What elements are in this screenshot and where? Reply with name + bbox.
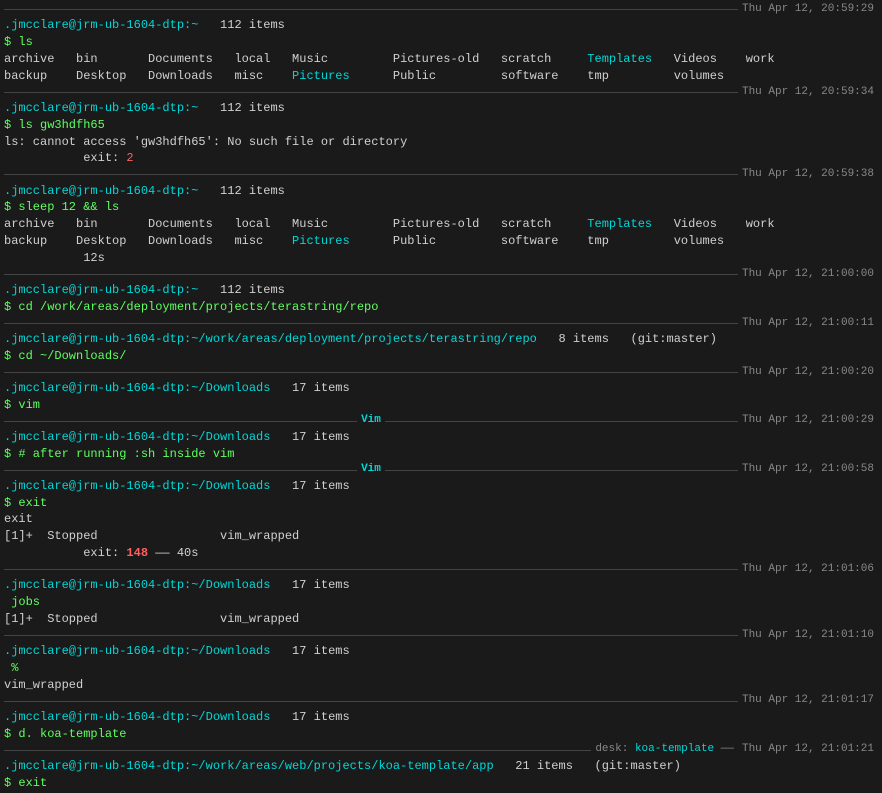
cmd-line-2: $ ls gw3hdfh65 [4,117,878,134]
error-line-1: ls: cannot access 'gw3hdfh65': No such f… [4,134,878,151]
exit-output-1: exit [4,511,878,528]
sleep-timer: 12s [4,250,878,267]
separator-5: Thu Apr 12, 21:00:11 [4,316,878,331]
jobs-output-1: [1]+ Stopped vim_wrapped [4,611,878,628]
cmd-line-7: $ # after running :sh inside vim [4,446,878,463]
cmd-line-10: % [4,660,878,677]
separator-3: Thu Apr 12, 20:59:38 [4,167,878,182]
prompt-line-7: .jmcclare@jrm-ub-1604-dtp:~/Downloads 17… [4,429,878,446]
fg-output-1: vim_wrapped [4,677,878,694]
cmd-line-12: $ exit [4,775,878,792]
prompt-line-1: .jmcclare@jrm-ub-1604-dtp:~ 112 items [4,17,878,34]
terminal-window: Thu Apr 12, 20:59:29 .jmcclare@jrm-ub-16… [0,0,882,793]
cmd-line-3: $ sleep 12 && ls [4,199,878,216]
separator-1: Thu Apr 12, 20:59:29 [4,2,878,17]
prompt-line-3: .jmcclare@jrm-ub-1604-dtp:~ 112 items [4,183,878,200]
ls-output-1b: backup Desktop Downloads misc Pictures P… [4,68,878,85]
cmd-line-11: $ d. koa-template [4,726,878,743]
ls-output-2a: archive bin Documents local Music Pictur… [4,216,878,233]
cmd-line-1: $ ls [4,34,878,51]
cmd-line-4: $ cd /work/areas/deployment/projects/ter… [4,299,878,316]
cmd-line-6: $ vim [4,397,878,414]
cmd-line-9: jobs [4,594,878,611]
prompt-line-2: .jmcclare@jrm-ub-1604-dtp:~ 112 items [4,100,878,117]
separator-9: Thu Apr 12, 21:01:06 [4,562,878,577]
prompt-line-8: .jmcclare@jrm-ub-1604-dtp:~/Downloads 17… [4,478,878,495]
prompt-line-4: .jmcclare@jrm-ub-1604-dtp:~ 112 items [4,282,878,299]
prompt-line-9: .jmcclare@jrm-ub-1604-dtp:~/Downloads 17… [4,577,878,594]
cmd-line-5: $ cd ~/Downloads/ [4,348,878,365]
prompt-line-5: .jmcclare@jrm-ub-1604-dtp:~/work/areas/d… [4,331,878,348]
separator-12: desk: koa-template —— Thu Apr 12, 21:01:… [4,742,878,757]
prompt-line-6: .jmcclare@jrm-ub-1604-dtp:~/Downloads 17… [4,380,878,397]
separator-7: Vim Thu Apr 12, 21:00:29 [4,413,878,428]
separator-10: Thu Apr 12, 21:01:10 [4,628,878,643]
cmd-line-8: $ exit [4,495,878,512]
separator-4: Thu Apr 12, 21:00:00 [4,267,878,282]
ls-output-2b: backup Desktop Downloads misc Pictures P… [4,233,878,250]
exit-line-1: exit: 2 [4,150,878,167]
separator-2: Thu Apr 12, 20:59:34 [4,85,878,100]
separator-8: Vim Thu Apr 12, 21:00:58 [4,462,878,477]
ls-output-1a: archive bin Documents local Music Pictur… [4,51,878,68]
prompt-line-10: .jmcclare@jrm-ub-1604-dtp:~/Downloads 17… [4,643,878,660]
prompt-line-11: .jmcclare@jrm-ub-1604-dtp:~/Downloads 17… [4,709,878,726]
exit-148-line: exit: 148 —— 40s [4,545,878,562]
prompt-line-12: .jmcclare@jrm-ub-1604-dtp:~/work/areas/w… [4,758,878,775]
stopped-line-1: [1]+ Stopped vim_wrapped [4,528,878,545]
separator-11: Thu Apr 12, 21:01:17 [4,693,878,708]
separator-6: Thu Apr 12, 21:00:20 [4,365,878,380]
